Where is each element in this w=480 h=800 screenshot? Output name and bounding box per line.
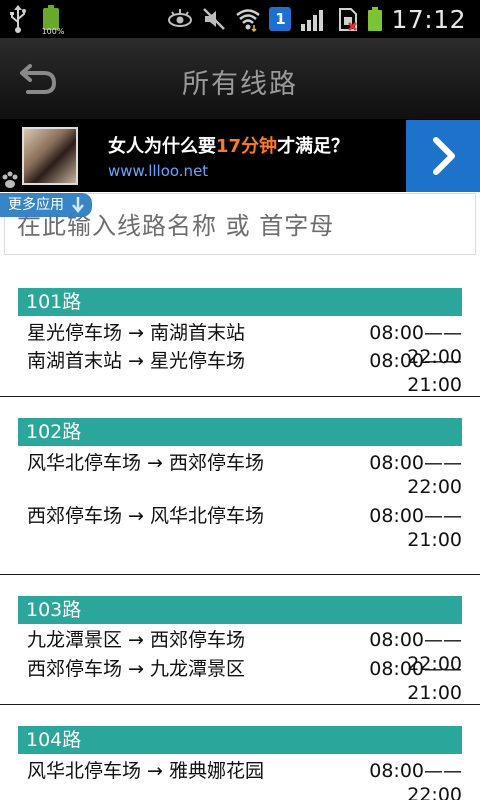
notification-badge-icon: 1 (269, 7, 292, 31)
route-card[interactable]: 103路 九龙潭景区 → 西郊停车场 08:00——22:00 西郊停车场 → … (0, 576, 480, 705)
route-time: 08:00——22:00 (369, 452, 462, 498)
status-right: 1 17:12 (167, 3, 466, 35)
route-path: 西郊停车场 → 风华北停车场 (27, 505, 264, 527)
status-bar: 100% 1 17:12 (0, 0, 480, 38)
ad-thumbnail[interactable] (22, 127, 78, 185)
route-time: 08:00——22:00 (369, 760, 462, 800)
route-card[interactable]: 102路 风华北停车场 → 西郊停车场 08:00——22:00 西郊停车场 →… (0, 398, 480, 575)
download-icon (72, 197, 84, 213)
battery-percent: 100% (41, 27, 65, 36)
route-name: 101路 (18, 288, 462, 316)
paw-icon (2, 171, 18, 188)
route-path: 星光停车场 → 南湖首末站 (27, 322, 245, 344)
route-name: 102路 (18, 418, 462, 446)
route-path: 九龙潭景区 → 西郊停车场 (27, 629, 245, 651)
route-direction[interactable]: 南湖首末站 → 星光停车场 08:00——21:00 (27, 349, 467, 396)
route-card[interactable]: 101路 星光停车场 → 南湖首末站 08:00——22:00 南湖首末站 → … (0, 270, 480, 397)
ad-banner[interactable]: 女人为什么要17分钟才满足？ www.llloo.net (0, 120, 480, 192)
ad-title-highlight: 17分钟 (216, 136, 278, 157)
route-time: 08:00——21:00 (369, 350, 462, 396)
sim-icon (339, 8, 358, 31)
route-time: 08:00——21:00 (369, 505, 462, 551)
route-direction[interactable]: 星光停车场 → 南湖首末站 08:00——22:00 (27, 321, 467, 368)
route-path: 南湖首末站 → 星光停车场 (27, 350, 245, 372)
route-path: 风华北停车场 → 西郊停车场 (27, 452, 264, 474)
route-direction[interactable]: 风华北停车场 → 雅典娜花园 08:00——22:00 (27, 759, 467, 800)
route-path: 风华北停车场 → 雅典娜花园 (27, 760, 264, 782)
ad-open-button[interactable] (406, 120, 480, 192)
chevron-right-icon (433, 137, 455, 175)
notification-count: 1 (275, 10, 286, 28)
route-time: 08:00——21:00 (369, 658, 462, 704)
page-title: 所有线路 (182, 69, 298, 100)
more-apps-label: 更多应用 (8, 197, 64, 213)
eye-icon (168, 9, 193, 27)
ad-url[interactable]: www.llloo.net (108, 162, 208, 180)
wifi-icon (236, 9, 261, 32)
mute-icon (203, 8, 226, 30)
route-direction[interactable]: 九龙潭景区 → 西郊停车场 08:00——22:00 (27, 628, 467, 675)
route-direction[interactable]: 风华北停车场 → 西郊停车场 08:00——22:00 (27, 451, 467, 501)
route-name: 103路 (18, 596, 462, 624)
ad-title[interactable]: 女人为什么要17分钟才满足？ (108, 132, 349, 158)
route-direction[interactable]: 西郊停车场 → 风华北停车场 08:00——21:00 (27, 504, 467, 554)
more-apps-button[interactable]: 更多应用 (0, 193, 92, 217)
battery-icon-right (368, 7, 383, 31)
route-card[interactable]: 104路 风华北停车场 → 雅典娜花园 08:00——22:00 (0, 706, 480, 800)
route-name: 104路 (18, 726, 462, 754)
route-path: 西郊停车场 → 九龙潭景区 (27, 658, 245, 680)
status-left: 100% (8, 4, 64, 36)
battery-icon: 100% (40, 4, 64, 36)
usb-icon (10, 5, 26, 33)
signal-icon (301, 10, 324, 31)
status-time: 17:12 (391, 4, 466, 34)
route-direction[interactable]: 西郊停车场 → 九龙潭景区 08:00——21:00 (27, 657, 467, 704)
title-bar: 所有线路 (0, 38, 480, 120)
